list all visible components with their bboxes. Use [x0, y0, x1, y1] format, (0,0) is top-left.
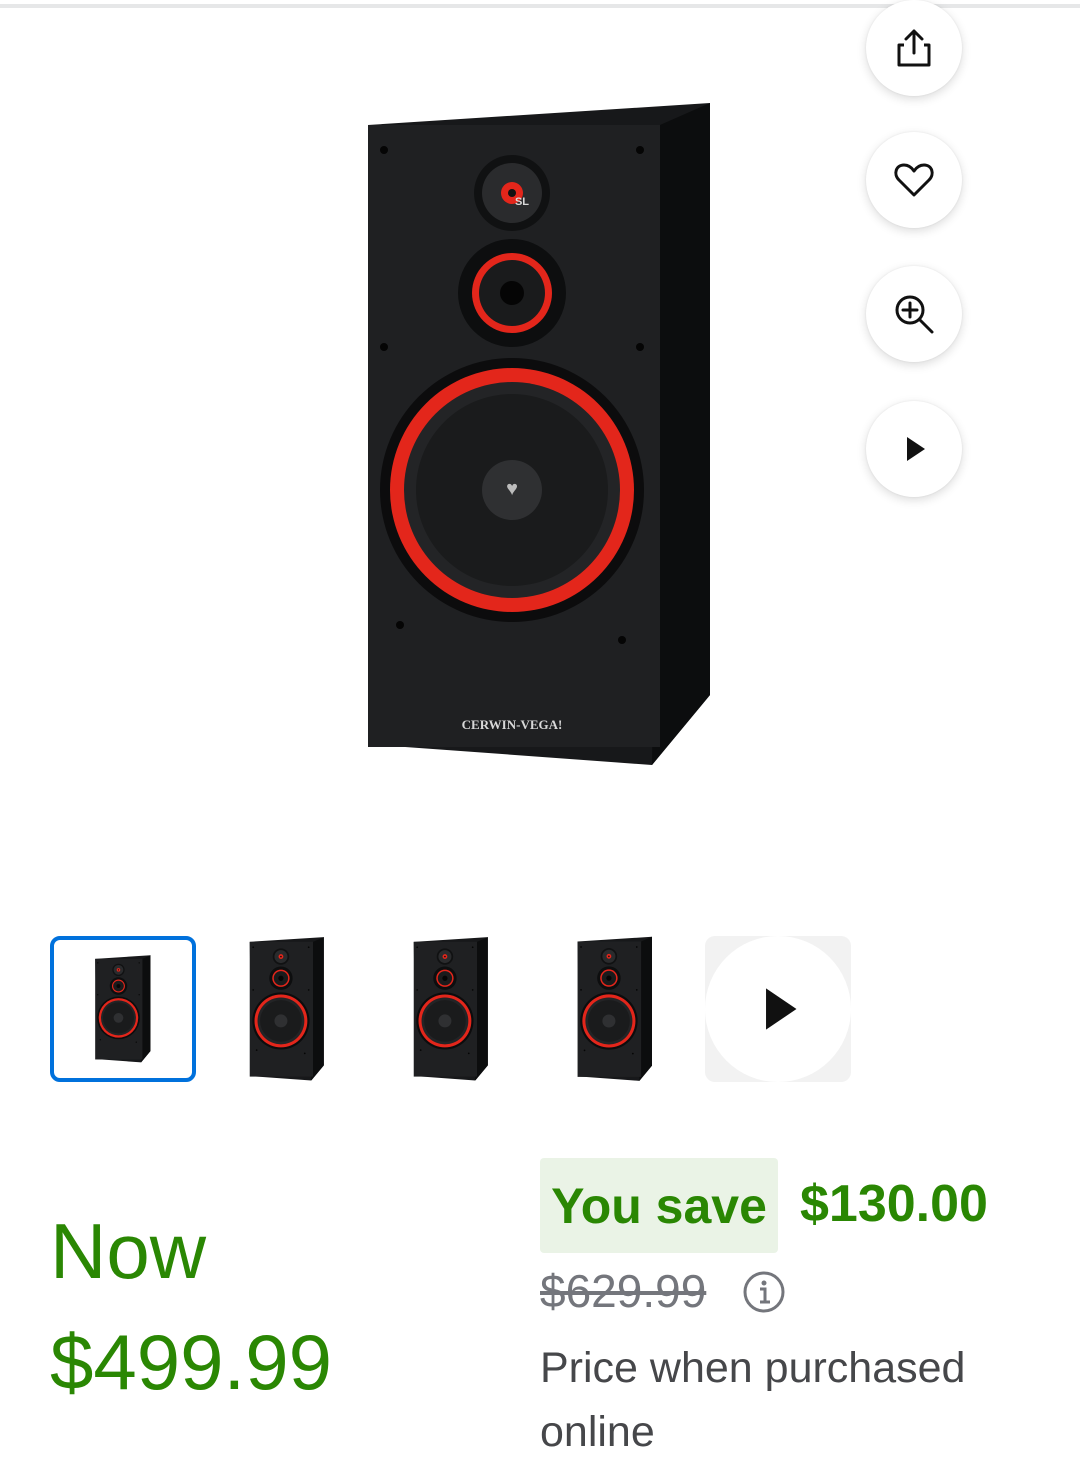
brand-logo-text: CERWIN-VEGA! — [462, 717, 563, 732]
thumbnail-video[interactable] — [705, 936, 851, 1082]
heart-icon — [894, 163, 934, 197]
play-icon — [766, 988, 797, 1030]
favorite-button[interactable] — [866, 132, 962, 228]
zoom-in-icon — [895, 295, 934, 334]
you-save-badge: You save — [540, 1158, 778, 1253]
info-icon[interactable] — [742, 1270, 786, 1314]
tweeter-badge-text: SL — [515, 196, 529, 208]
save-amount: $130.00 — [800, 1175, 988, 1233]
zoom-button[interactable] — [866, 266, 962, 362]
thumbnail-1[interactable] — [50, 936, 196, 1082]
now-label: Now — [50, 1207, 207, 1295]
video-thumb-circle — [705, 936, 851, 1082]
thumbnail-speaker-image — [93, 954, 153, 1064]
product-main-image[interactable]: SL ♥ CERWIN-VEGA! — [340, 95, 740, 775]
share-icon — [897, 29, 931, 67]
thumbnail-3[interactable] — [378, 936, 524, 1082]
woofer-logo-icon: ♥ — [506, 478, 518, 500]
thumbnail-speaker-image — [575, 935, 655, 1083]
price-note: Price when purchased online — [540, 1344, 966, 1456]
thumbnail-speaker-image — [412, 935, 490, 1083]
was-price: $629.99 — [540, 1265, 707, 1317]
thumbnail-2[interactable] — [214, 936, 360, 1082]
thumbnail-4[interactable] — [542, 936, 688, 1082]
share-button[interactable] — [866, 0, 962, 96]
video-button[interactable] — [866, 401, 962, 497]
thumbnail-speaker-image — [248, 935, 326, 1083]
play-icon — [907, 437, 925, 461]
current-price: $499.99 — [50, 1318, 332, 1406]
